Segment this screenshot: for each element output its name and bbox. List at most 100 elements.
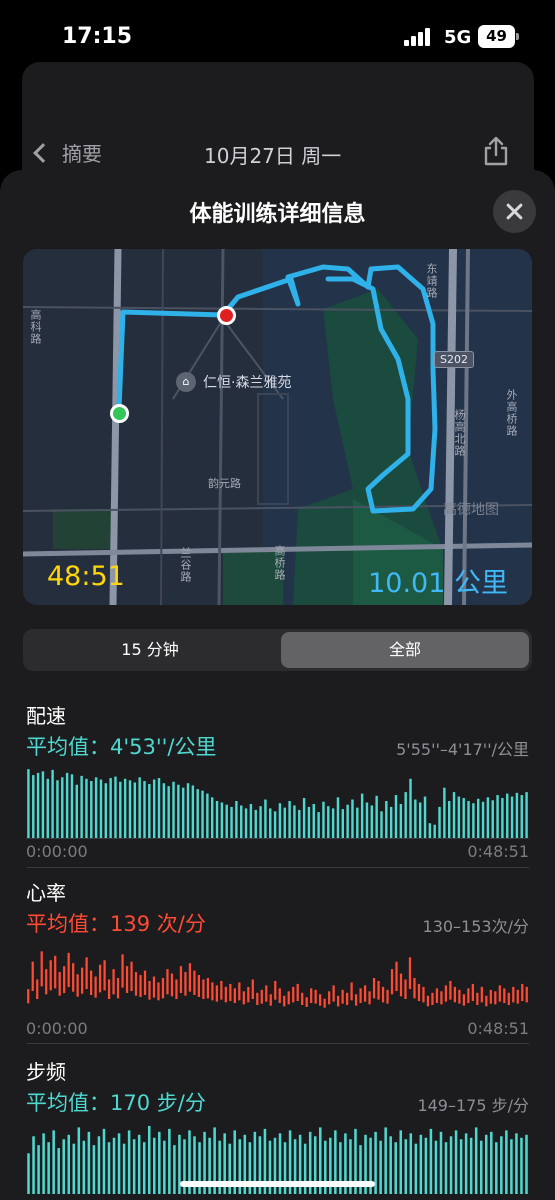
heart-rate-bar	[170, 973, 174, 997]
heart-rate-bar	[90, 970, 93, 996]
home-indicator[interactable]	[180, 1181, 375, 1187]
heart-rate-bar	[471, 983, 474, 1002]
heart-rate-bar	[63, 966, 66, 994]
pace-bar	[240, 805, 243, 838]
heart-rate-bar	[417, 983, 421, 1002]
pace-bar	[186, 783, 190, 838]
pace-bar	[123, 778, 127, 838]
heart-rate-bar	[440, 991, 443, 1005]
pace-end-time: 0:48:51	[467, 842, 529, 861]
heart-rate-bar	[107, 979, 111, 1000]
heart-rate-start-time: 0:00:00	[26, 1019, 88, 1038]
pace-bar	[41, 771, 45, 838]
pace-bar	[302, 798, 306, 838]
heart-rate-bar	[251, 979, 254, 1000]
divider	[26, 1043, 529, 1044]
heart-rate-bar	[467, 988, 470, 1004]
heart-rate-bar	[426, 995, 430, 1007]
pace-axis	[26, 838, 529, 839]
heart-rate-bar	[94, 976, 97, 998]
share-icon[interactable]	[482, 136, 510, 166]
route-map[interactable]: ⌂ 仁恒·森兰雅苑 高科路 韵元路 兰谷路 高桥路 杨高北路 东靖路 外高桥路 …	[23, 249, 532, 605]
cellular-signal-icon	[404, 28, 436, 46]
chevron-left-icon	[33, 142, 53, 163]
cadence-bar	[500, 1136, 503, 1194]
heart-rate-bar	[449, 980, 452, 1000]
heart-rate-bar	[139, 975, 142, 998]
heart-rate-bar	[211, 982, 214, 1001]
status-bar: 17:15 5G 49	[0, 0, 555, 60]
cadence-bar	[42, 1133, 45, 1194]
back-button[interactable]: 摘要	[30, 138, 102, 167]
pace-bar	[167, 786, 170, 838]
pace-bar	[157, 778, 161, 838]
cadence-bar	[117, 1133, 121, 1194]
pace-bar	[356, 807, 359, 838]
heart-rate-bar	[121, 954, 124, 988]
pace-bar	[491, 800, 494, 838]
segment-15-min[interactable]: 15 分钟	[26, 632, 274, 668]
time-range-segmented-control: 15 分钟 全部	[23, 629, 532, 671]
pace-bar	[360, 793, 364, 838]
heart-rate-bar	[269, 994, 272, 1006]
heart-rate-bar	[296, 983, 299, 1002]
pace-bar	[220, 802, 224, 838]
heart-rate-bar	[81, 967, 84, 994]
cadence-bar	[479, 1140, 483, 1194]
heart-rate-bar	[233, 988, 236, 1004]
pace-bar	[351, 799, 354, 838]
heart-rate-bar	[72, 963, 75, 992]
cadence-bar	[107, 1142, 111, 1194]
segment-all[interactable]: 全部	[281, 632, 529, 668]
pace-bar	[370, 805, 374, 838]
map-poi[interactable]: ⌂ 仁恒·森兰雅苑	[176, 372, 291, 392]
heart-rate-bar	[381, 986, 385, 1003]
pace-bar	[75, 784, 78, 838]
cadence-section: 步频 平均值：170 步/分 149–175 步/分	[0, 1056, 555, 1200]
pace-bar	[452, 792, 456, 838]
heart-rate-bar	[224, 986, 227, 1003]
pace-chart[interactable]	[26, 764, 529, 838]
heart-rate-bar	[354, 994, 358, 1006]
pace-bar	[510, 796, 514, 838]
cadence-bar	[515, 1133, 518, 1194]
cadence-bar	[414, 1143, 418, 1194]
cadence-bar	[379, 1140, 382, 1194]
heart-rate-bar	[413, 978, 416, 999]
pace-bar	[32, 775, 35, 838]
heart-rate-section: 心率 平均值：139 次/分 130–153次/分 0:00:00 0:48:5…	[0, 877, 555, 1057]
pace-bar	[114, 776, 117, 838]
pace-bar	[119, 781, 122, 838]
heart-rate-chart[interactable]	[26, 941, 529, 1015]
heart-rate-bar	[498, 985, 501, 1002]
heart-rate-bar	[76, 974, 79, 997]
heart-rate-bar	[67, 952, 70, 988]
pace-bar	[331, 808, 335, 838]
heart-rate-bar	[238, 982, 241, 1001]
heart-rate-title: 心率	[26, 881, 66, 905]
pace-bar	[259, 806, 262, 838]
heart-rate-bar	[305, 997, 308, 1008]
pace-bar	[399, 803, 403, 838]
pace-bar	[273, 811, 277, 838]
building-icon: ⌂	[176, 372, 196, 392]
cadence-bar	[510, 1139, 513, 1194]
workout-details-sheet: 体能训练详细信息 ⌂ 仁恒·森兰雅苑 高科路 韵元路 兰谷路 高桥路 杨高北路 …	[0, 170, 555, 1200]
heart-rate-bar	[480, 986, 483, 1003]
heart-rate-bar	[287, 991, 290, 1005]
heart-rate-bar	[36, 979, 39, 1000]
heart-rate-bar	[103, 960, 106, 991]
cadence-bar	[102, 1128, 106, 1194]
cadence-bar	[52, 1130, 55, 1194]
road-label: 东靖路	[425, 263, 438, 299]
pace-bar	[70, 774, 74, 838]
cadence-title: 步频	[26, 1060, 66, 1084]
pace-bar	[181, 787, 185, 838]
pace-bar	[85, 778, 88, 838]
pace-bar	[80, 775, 83, 838]
pace-bar	[56, 780, 59, 838]
heart-rate-bar	[27, 989, 30, 1004]
pace-bar	[423, 796, 427, 838]
close-button[interactable]	[493, 190, 536, 233]
cadence-bar	[449, 1136, 453, 1194]
